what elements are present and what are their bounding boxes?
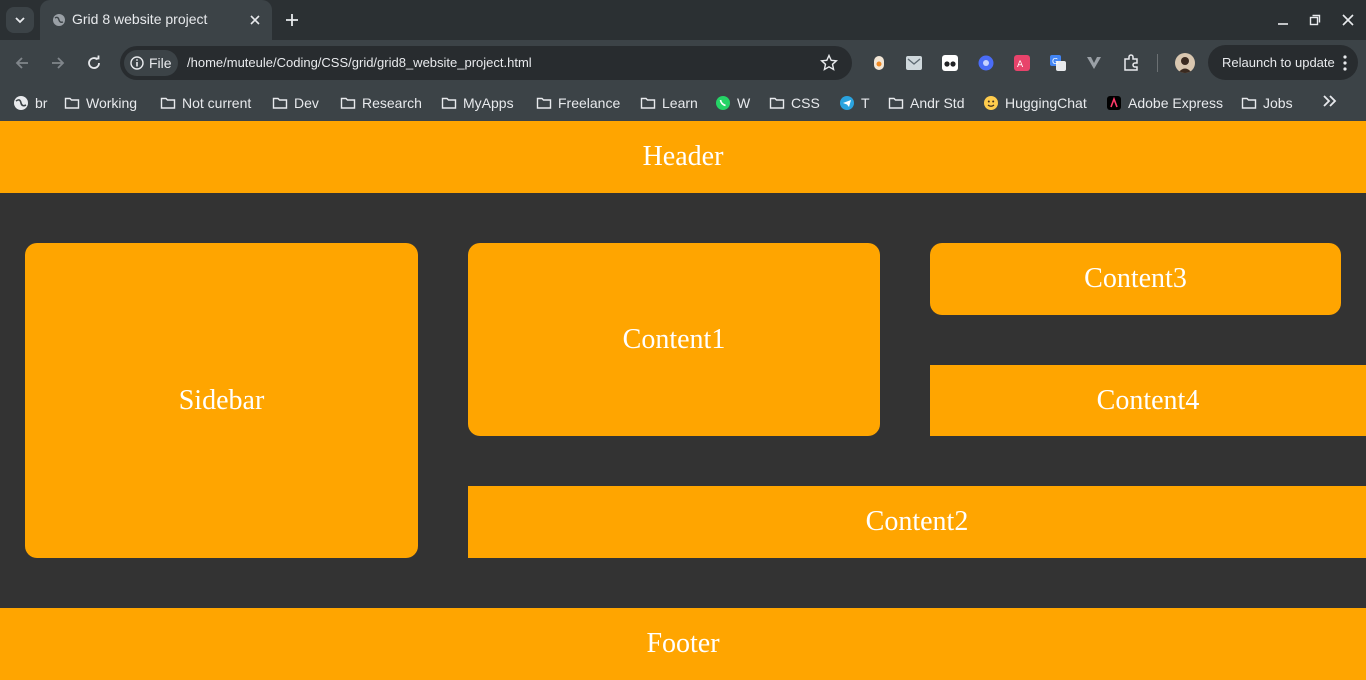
bookmark-item[interactable]: Freelance [536, 91, 620, 115]
relaunch-label: Relaunch to update [1222, 55, 1335, 70]
bookmark-label: Adobe Express [1128, 95, 1223, 111]
bookmark-item[interactable]: Not current [160, 91, 251, 115]
google-translate-icon[interactable]: G [1048, 53, 1068, 73]
bookmark-item[interactable]: CSS [769, 91, 820, 115]
arrow-left-icon [15, 57, 28, 69]
sidebar: Sidebar [25, 243, 418, 558]
browser-toolbar: File /home/muteule/Coding/CSS/grid/grid8… [0, 40, 1366, 85]
bookmark-item[interactable]: br [13, 91, 47, 115]
close-icon [1342, 14, 1354, 26]
bookmark-star-icon[interactable] [820, 54, 838, 72]
svg-text:G: G [1052, 57, 1058, 66]
bookmark-label: Learn [662, 95, 698, 111]
bookmark-label: br [35, 95, 48, 111]
footer: Footer [0, 608, 1366, 680]
extensions-puzzle-icon[interactable] [1121, 53, 1141, 73]
huggingface-icon [983, 95, 999, 111]
telegram-icon [839, 95, 855, 111]
toolbar-separator [1157, 54, 1158, 72]
extension-gear-icon[interactable] [976, 53, 996, 73]
site-info-chip[interactable]: File [124, 50, 178, 76]
extension-mouse-icon[interactable] [869, 53, 889, 73]
forward-button[interactable] [47, 52, 69, 74]
folder-icon [1241, 95, 1257, 111]
whatsapp-icon [715, 95, 731, 111]
tab-strip: Grid 8 website project [0, 0, 1366, 40]
profile-avatar[interactable] [1175, 53, 1195, 73]
address-bar[interactable]: File /home/muteule/Coding/CSS/grid/grid8… [120, 46, 852, 80]
bookmark-item[interactable]: MyApps [441, 91, 514, 115]
extension-v-icon[interactable] [1084, 53, 1104, 73]
bookmark-label: W [737, 95, 751, 111]
bookmark-label: Dev [294, 95, 319, 111]
folder-icon [536, 95, 552, 111]
arrow-right-icon [52, 57, 65, 69]
globe-icon [13, 95, 29, 111]
relaunch-button[interactable]: Relaunch to update [1208, 45, 1358, 80]
tab-title: Grid 8 website project [72, 11, 208, 27]
minimize-button[interactable] [1273, 10, 1293, 30]
folder-icon [640, 95, 656, 111]
bookmark-label: Freelance [558, 95, 621, 111]
back-button[interactable] [11, 52, 33, 74]
close-tab-button[interactable] [246, 11, 264, 29]
bookmark-label: HuggingChat [1005, 95, 1087, 111]
more-vert-icon [1343, 54, 1347, 71]
bookmark-label: T [861, 95, 870, 111]
folder-icon [441, 95, 457, 111]
content1: Content1 [468, 243, 880, 436]
header: Header [0, 121, 1366, 193]
bookmark-item[interactable]: HuggingChat [983, 91, 1087, 115]
svg-text:A: A [1017, 60, 1024, 70]
chevron-double-right-icon[interactable] [1320, 91, 1340, 111]
minimize-icon [1278, 23, 1288, 25]
folder-icon [64, 95, 80, 111]
restore-button[interactable] [1305, 10, 1325, 30]
chevron-down-icon [15, 17, 25, 24]
adobe-icon [1106, 95, 1122, 111]
restore-icon [1309, 14, 1321, 26]
content4: Content4 [930, 365, 1366, 436]
bookmark-item[interactable]: Dev [272, 91, 319, 115]
folder-icon [769, 95, 785, 111]
content2: Content2 [468, 486, 1366, 558]
bookmark-item[interactable]: Jobs [1241, 91, 1293, 115]
close-icon [250, 15, 260, 25]
bookmark-item[interactable]: T [839, 91, 870, 115]
bookmark-label: Working [86, 95, 138, 111]
extension-glasses-icon[interactable] [940, 53, 960, 73]
bookmarks-bar: br Working Not current Dev Research MyApps Fre… [0, 85, 1366, 121]
active-tab[interactable]: Grid 8 website project [40, 0, 272, 40]
new-tab-button[interactable] [281, 9, 303, 31]
bookmark-item[interactable]: Adobe Express [1106, 91, 1223, 115]
plus-icon [286, 14, 298, 26]
bookmark-label: Jobs [1263, 95, 1293, 111]
globe-icon [53, 14, 65, 26]
folder-icon [340, 95, 356, 111]
page-viewport: Header Sidebar Content1 Content3 Content… [0, 121, 1366, 680]
tab-search-button[interactable] [6, 7, 34, 33]
close-window-button[interactable] [1338, 10, 1358, 30]
reload-icon [88, 55, 100, 69]
bookmark-item[interactable]: W [715, 91, 750, 115]
bookmark-label: CSS [791, 95, 820, 111]
folder-icon [888, 95, 904, 111]
extension-mail-icon[interactable] [904, 53, 924, 73]
bookmark-label: MyApps [463, 95, 514, 111]
extension-translate-icon[interactable]: A [1012, 53, 1032, 73]
reload-button[interactable] [83, 52, 105, 74]
bookmark-label: Not current [182, 95, 252, 111]
bookmark-item[interactable]: Learn [640, 91, 698, 115]
bookmark-label: Andr Std [910, 95, 965, 111]
bookmark-item[interactable]: Research [340, 91, 422, 115]
bookmark-item[interactable]: Andr Std [888, 91, 964, 115]
bookmark-label: Research [362, 95, 422, 111]
bookmark-item[interactable]: Working [64, 91, 137, 115]
folder-icon [272, 95, 288, 111]
folder-icon [160, 95, 176, 111]
url-text[interactable]: /home/muteule/Coding/CSS/grid/grid8_webs… [187, 55, 532, 70]
info-icon [130, 56, 144, 70]
site-chip-label: File [149, 55, 172, 71]
content3: Content3 [930, 243, 1341, 315]
